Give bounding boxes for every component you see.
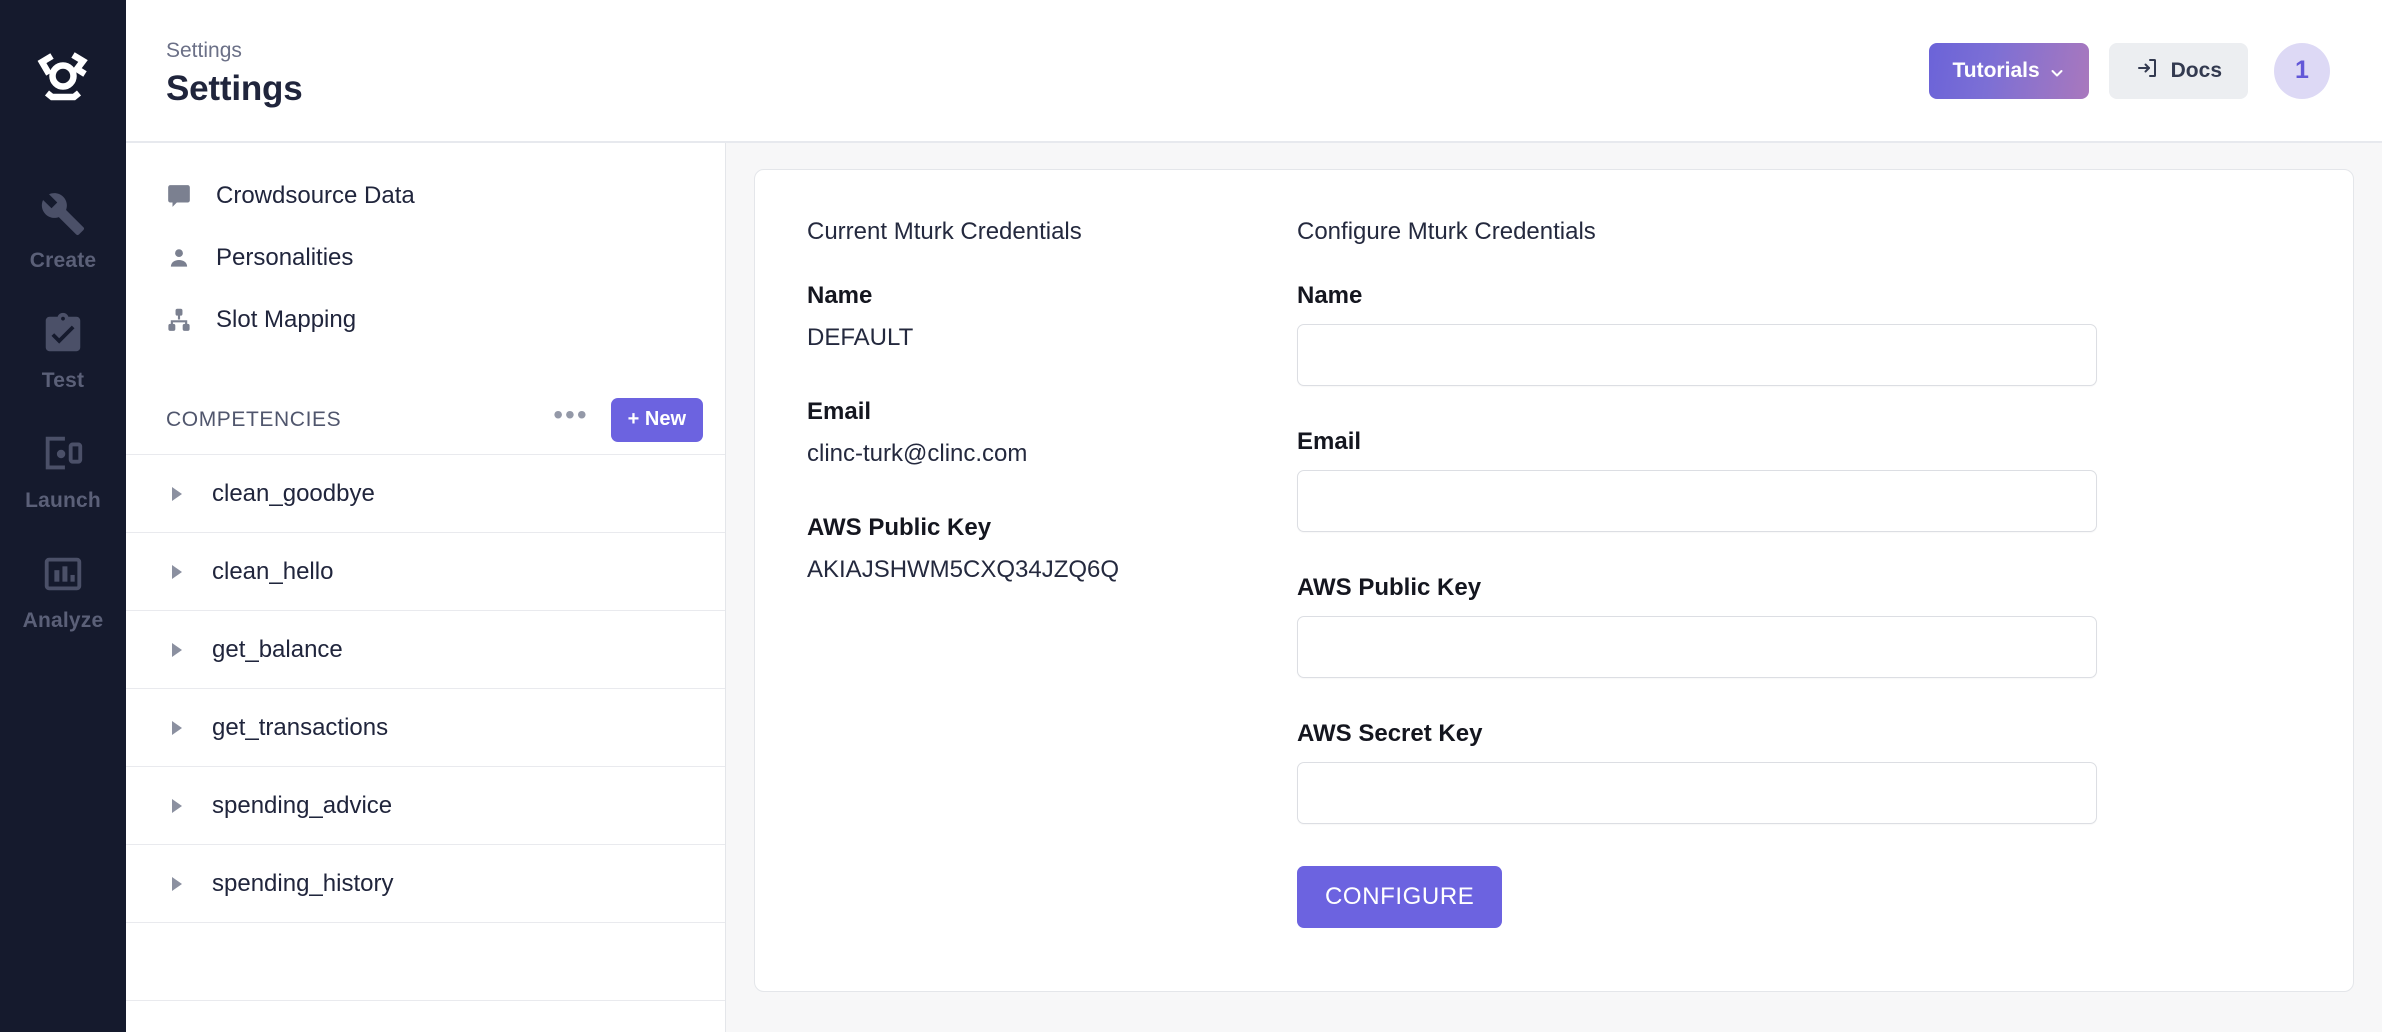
current-aws-public-key-value: AKIAJSHWM5CXQ34JZQ6Q [807,556,1120,583]
list-item[interactable]: get_transactions [126,689,725,767]
expand-caret-icon[interactable] [172,876,182,891]
header-left: Settings Settings [166,32,303,109]
competency-name: spending_advice [212,791,393,819]
list-item[interactable]: clean_hello [126,533,725,611]
primary-nav-rail: Create Test Launch Analyze [0,0,126,1032]
configure-aws-public-key-label: AWS Public Key [1297,574,1482,601]
email-input[interactable] [1297,470,2097,532]
docs-button-label: Docs [2170,58,2222,82]
list-item[interactable]: spending_advice [126,767,725,845]
header-actions: Tutorials Docs 1 [1928,42,2342,99]
rail-item-launch[interactable]: Launch [0,410,126,530]
current-name-label: Name [807,282,873,309]
configure-credentials-column: Configure Mturk Credentials Name Email A… [1297,218,2097,943]
expand-caret-icon[interactable] [172,564,182,579]
bar-chart-icon [36,547,90,601]
page-header: Settings Settings Tutorials Docs 1 [126,0,2382,143]
competency-list: clean_goodbye clean_hello get_balance ge… [126,455,725,1001]
current-aws-public-key-label: AWS Public Key [807,514,992,541]
list-item[interactable]: spending_history [126,845,725,923]
configure-aws-secret-key-label: AWS Secret Key [1297,720,1483,747]
competency-name: get_balance [212,635,343,663]
list-item-empty [126,923,725,1001]
name-input[interactable] [1297,324,2097,386]
notification-badge[interactable]: 1 [2274,42,2330,99]
breadcrumb: Settings [166,38,242,62]
tutorials-button[interactable]: Tutorials [1928,42,2089,99]
mturk-credentials-card: Current Mturk Credentials Name DEFAULT E… [754,169,2354,992]
current-name-value: DEFAULT [807,324,914,351]
competencies-section-header: COMPETENCIES ••• + New [126,385,725,455]
sidebar-item-label: Personalities [216,244,354,271]
rail-item-label: Test [41,369,85,392]
aws-secret-key-input[interactable] [1297,762,2097,824]
rail-item-test[interactable]: Test [0,290,126,410]
rail-item-label: Launch [25,489,101,512]
main-column: Settings Settings Tutorials Docs 1 Crowd… [126,0,2382,1032]
docs-button[interactable]: Docs [2108,42,2248,99]
rail-item-analyze[interactable]: Analyze [0,530,126,650]
sidebar-item-personalities[interactable]: Personalities [126,227,725,289]
competency-name: clean_hello [212,557,334,585]
person-icon [166,245,192,271]
aws-public-key-input[interactable] [1297,616,2097,678]
rail-item-label: Analyze [22,609,104,632]
configure-name-label: Name [1297,282,1363,309]
page-title: Settings [166,68,303,108]
current-credentials-heading: Current Mturk Credentials [807,218,1082,245]
competency-name: get_transactions [212,713,389,741]
expand-caret-icon[interactable] [172,486,182,501]
sidebar-item-slot-mapping[interactable]: Slot Mapping [126,289,725,351]
configure-credentials-heading: Configure Mturk Credentials [1297,218,1596,245]
clinc-face-logo-icon[interactable] [26,34,100,108]
launch-window-icon [36,427,90,481]
current-email-value: clinc-turk@clinc.com [807,440,1028,467]
page-body: Crowdsource Data Personalities Slot Mapp… [126,143,2382,1032]
current-email-label: Email [807,398,872,425]
current-credentials-column: Current Mturk Credentials Name DEFAULT E… [807,218,1297,943]
configure-email-label: Email [1297,428,1362,455]
list-item[interactable]: clean_goodbye [126,455,725,533]
sidebar-item-crowdsource-data[interactable]: Crowdsource Data [126,165,725,227]
expand-caret-icon[interactable] [172,642,182,657]
clipboard-check-icon [36,307,90,361]
overflow-menu-icon[interactable]: ••• [553,400,588,439]
expand-caret-icon[interactable] [172,798,182,813]
competency-name: spending_history [212,869,394,897]
sidebar-item-label: Slot Mapping [216,306,357,333]
rail-item-label: Create [29,249,97,272]
competencies-section-title: COMPETENCIES [166,407,342,431]
expand-caret-icon[interactable] [172,720,182,735]
tutorials-button-label: Tutorials [1952,58,2040,82]
chevron-down-icon [2049,63,2065,79]
account-tree-icon [166,307,192,333]
external-link-icon [2135,56,2159,86]
rail-item-create[interactable]: Create [0,170,126,290]
content-area: Current Mturk Credentials Name DEFAULT E… [726,143,2382,1032]
competency-name: clean_goodbye [212,479,375,507]
forum-icon [166,183,192,209]
new-competency-button[interactable]: + New [610,397,703,442]
configure-button[interactable]: CONFIGURE [1297,866,1503,928]
settings-side-panel: Crowdsource Data Personalities Slot Mapp… [126,143,726,1032]
sidebar-item-label: Crowdsource Data [216,182,415,209]
list-item[interactable]: get_balance [126,611,725,689]
app-root: Create Test Launch Analyze Settings Sett… [0,0,2382,1032]
wrench-icon [36,187,90,241]
